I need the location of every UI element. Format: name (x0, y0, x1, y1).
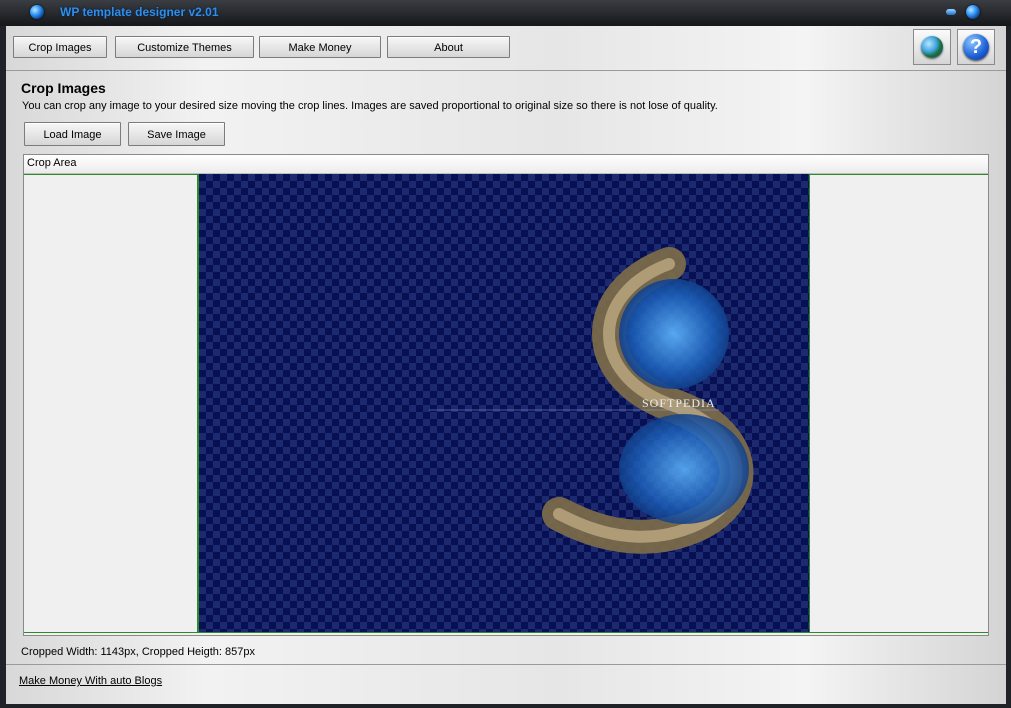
page-description: You can crop any image to your desired s… (22, 100, 718, 112)
tab-about[interactable]: About (387, 36, 510, 58)
toolbar: Crop Images Customize Themes Make Money … (6, 26, 1006, 71)
client-area: Crop Images Customize Themes Make Money … (6, 26, 1006, 704)
help-button[interactable]: ? (957, 29, 995, 65)
title-bar[interactable]: WP template designer v2.01 (0, 0, 1011, 26)
softpedia-logo-graphic (429, 247, 754, 554)
close-button[interactable] (966, 5, 980, 19)
globe-icon (921, 36, 943, 58)
app-orb-icon (30, 5, 44, 19)
tab-crop-images[interactable]: Crop Images (13, 36, 107, 58)
tab-customize-themes[interactable]: Customize Themes (115, 36, 254, 58)
crop-image-preview[interactable]: SOFTPEDIA (197, 174, 810, 632)
load-image-button[interactable]: Load Image (24, 122, 121, 146)
frame-edge (1006, 26, 1011, 708)
crop-area-header: Crop Area (24, 155, 988, 174)
globe-button[interactable] (913, 29, 951, 65)
help-icon: ? (963, 34, 989, 60)
crop-area-label: Crop Area (27, 157, 77, 169)
footer-divider (6, 664, 1006, 665)
auto-blogs-link[interactable]: Make Money With auto Blogs (19, 675, 162, 687)
page-title: Crop Images (21, 80, 106, 96)
crop-size-status: Cropped Width: 1143px, Cropped Heigth: 8… (21, 646, 255, 658)
window-title: WP template designer v2.01 (60, 5, 219, 19)
save-image-button[interactable]: Save Image (128, 122, 225, 146)
crop-line-bottom[interactable] (24, 632, 988, 633)
crop-area-panel: Crop Area SOFTPEDIA (23, 154, 989, 636)
softpedia-logo-text: SOFTPEDIA (642, 396, 716, 410)
app-window: WP template designer v2.01 Crop Images C… (0, 0, 1011, 708)
minimize-button[interactable] (946, 9, 956, 15)
tab-make-money[interactable]: Make Money (259, 36, 381, 58)
